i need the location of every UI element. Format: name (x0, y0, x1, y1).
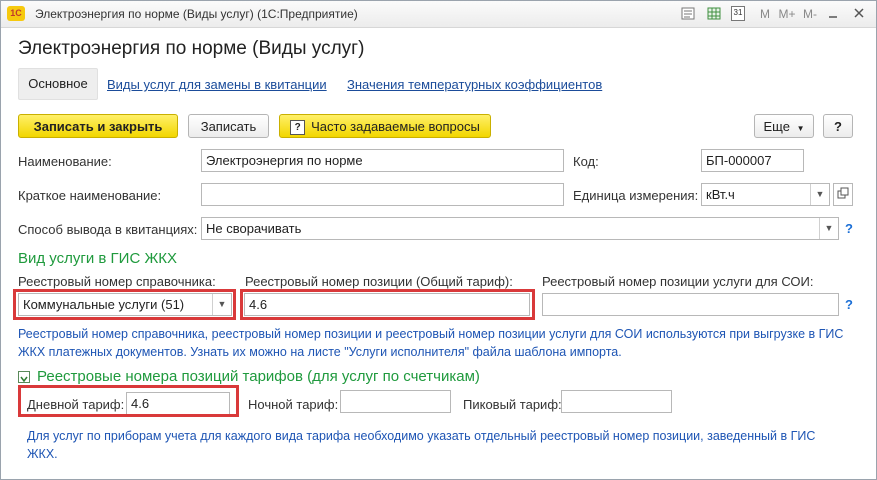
chevron-down-icon: ▼ (796, 124, 805, 133)
memory-subtract-button[interactable]: M- (802, 6, 818, 22)
calendar-icon[interactable]: 31 (731, 6, 745, 21)
save-and-close-button[interactable]: Записать и закрыть (18, 114, 178, 138)
help-icon[interactable]: ? (845, 297, 853, 312)
name-label: Наименование: (18, 154, 112, 169)
faq-button[interactable]: ? Часто задаваемые вопросы (279, 114, 491, 138)
peak-tariff-field[interactable] (561, 390, 672, 413)
memory-add-button[interactable]: M+ (778, 6, 796, 22)
collapse-toggle[interactable] (18, 371, 30, 383)
unit-field[interactable]: кВт.ч ▼ (701, 183, 830, 206)
gis-note: Реестровый номер справочника, реестровый… (18, 327, 844, 359)
chevron-down-icon[interactable]: ▼ (810, 184, 829, 205)
app-window: 1С Электроэнергия по норме (Виды услуг) … (0, 0, 877, 480)
peak-tariff-label: Пиковый тариф: (463, 397, 562, 412)
help-icon: ? (290, 120, 306, 136)
help-icon[interactable]: ? (845, 221, 853, 236)
open-icon[interactable] (833, 183, 853, 206)
more-label: Еще (763, 119, 790, 134)
name-field[interactable]: Электроэнергия по норме (201, 149, 564, 172)
unit-value: кВт.ч (706, 187, 735, 202)
close-icon[interactable] (853, 6, 865, 22)
table-icon[interactable] (707, 7, 721, 20)
tab-temperature-coefficients[interactable]: Значения температурных коэффициентов (347, 77, 602, 92)
highlight-box (13, 289, 236, 320)
registry-soi-field[interactable] (542, 293, 839, 316)
save-button[interactable]: Записать (188, 114, 269, 138)
help-button[interactable]: ? (823, 114, 853, 138)
chevron-down-icon[interactable]: ▼ (819, 218, 838, 239)
registry-directory-label: Реестровый номер справочника: (18, 274, 216, 289)
minimize-icon[interactable] (827, 6, 839, 22)
document-icon[interactable] (681, 7, 695, 20)
night-tariff-label: Ночной тариф: (248, 397, 339, 412)
highlight-box (18, 385, 239, 417)
registry-position-label: Реестровый номер позиции (Общий тариф): (245, 274, 513, 289)
gis-section-heading: Вид услуги в ГИС ЖКХ (18, 250, 178, 267)
unit-label: Единица измерения: (573, 188, 699, 203)
tab-replace-services[interactable]: Виды услуг для замены в квитанции (107, 77, 327, 92)
app-logo-icon: 1С (7, 6, 25, 21)
tariffs-section-heading: Реестровые номера позиций тарифов (для у… (37, 368, 480, 385)
output-mode-label: Способ вывода в квитанциях: (18, 222, 198, 237)
code-field[interactable]: БП-000007 (701, 149, 804, 172)
short-name-label: Краткое наименование: (18, 188, 162, 203)
memory-button[interactable]: M (759, 6, 771, 22)
faq-label: Часто задаваемые вопросы (311, 119, 480, 134)
registry-soi-label: Реестровый номер позиции услуги для СОИ: (542, 274, 814, 289)
night-tariff-field[interactable] (340, 390, 451, 413)
tariffs-note: Для услуг по приборам учета для каждого … (27, 429, 816, 461)
short-name-field[interactable] (201, 183, 564, 206)
code-label: Код: (573, 154, 599, 169)
more-button[interactable]: Еще ▼ (754, 114, 814, 138)
page-title: Электроэнергия по норме (Виды услуг) (18, 38, 365, 59)
window-title: Электроэнергия по норме (Виды услуг) (1С… (35, 7, 358, 21)
title-bar: 1С Электроэнергия по норме (Виды услуг) … (1, 1, 876, 28)
output-mode-value: Не сворачивать (206, 221, 302, 236)
tab-main[interactable]: Основное (18, 68, 98, 100)
output-mode-select[interactable]: Не сворачивать ▼ (201, 217, 839, 240)
highlight-box (240, 289, 535, 320)
